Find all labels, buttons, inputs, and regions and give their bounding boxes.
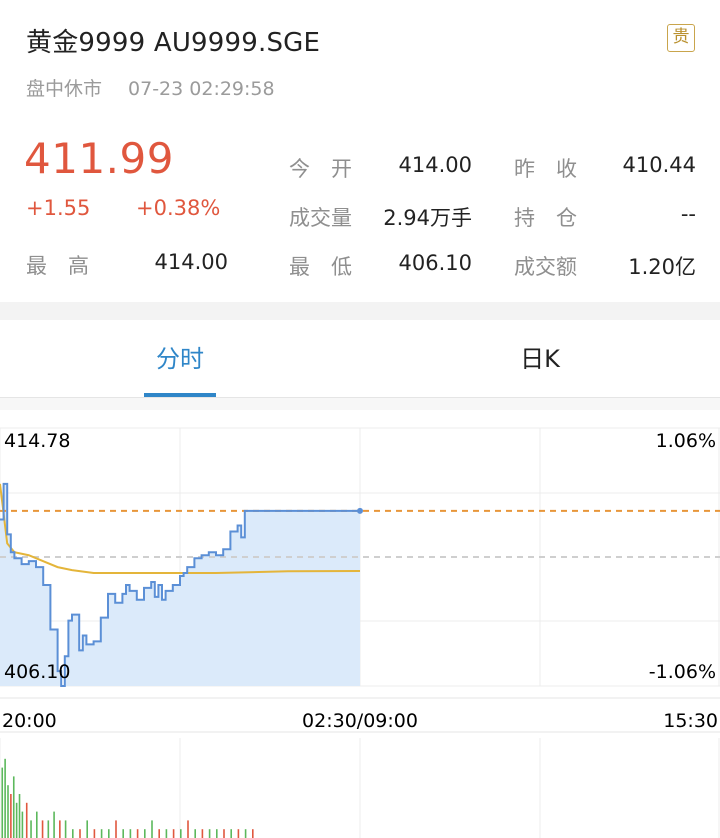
volume-bar [151, 820, 153, 838]
volume-value: 2.94万手 [383, 206, 472, 230]
low-label: 最 低 [289, 255, 352, 279]
low-value: 406.10 [398, 251, 472, 275]
high-value: 414.00 [154, 250, 228, 274]
volume-bar [136, 829, 139, 838]
tab-intraday[interactable]: 分时 [120, 320, 240, 398]
volume-bar [47, 820, 50, 838]
chart-tabs: 分时 日K [0, 320, 720, 398]
volume-bar [172, 829, 175, 838]
prev-close-label: 昨 收 [514, 157, 577, 181]
market-status-row: 盘中休市 07-23 02:29:58 [26, 74, 275, 101]
volume-bar [194, 829, 196, 838]
price-change: +1.55 [26, 196, 91, 220]
chart-top-gap [0, 398, 720, 410]
volume-bar [144, 829, 146, 838]
volume-bar [180, 829, 182, 838]
volume-bar [79, 829, 81, 838]
volume-bar [18, 794, 21, 838]
pct-min-label: -1.06% [649, 661, 716, 683]
volume-bar [1, 767, 4, 838]
quote-time: 07-23 02:29:58 [128, 78, 275, 100]
pct-max-label: 1.06% [656, 430, 716, 452]
volume-label: 成交量 [289, 206, 352, 230]
volume-bar [108, 829, 110, 838]
volume-bar [36, 811, 38, 838]
volume-bar [252, 829, 254, 838]
volume-bar [41, 820, 44, 838]
volume-bar [223, 829, 225, 838]
volume-bar [4, 758, 6, 838]
volume-bar [15, 802, 18, 838]
volume-bar [165, 829, 168, 838]
time-label-mid: 02:30/09:00 [302, 710, 418, 732]
volume-bar [10, 794, 12, 838]
last-price-dot [357, 507, 363, 514]
turnover-label: 成交额 [514, 255, 577, 279]
volume-bar [122, 829, 124, 838]
volume-bar [7, 785, 9, 838]
active-tab-indicator [144, 393, 216, 397]
intraday-chart[interactable]: 414.78 406.10 1.06% -1.06% 20:00 02:30/0… [0, 410, 720, 838]
y-max-label: 414.78 [4, 430, 70, 452]
volume-bar [129, 829, 132, 838]
open-label: 今 开 [289, 157, 352, 181]
volume-bar [64, 820, 67, 838]
open-value: 414.00 [398, 153, 472, 177]
volume-bar [216, 829, 218, 838]
volume-bar [30, 820, 32, 838]
last-price: 411.99 [24, 134, 174, 183]
volume-bar [201, 829, 204, 838]
time-label-end: 15:30 [663, 710, 718, 732]
volume-bar [237, 829, 240, 838]
volume-bar [53, 811, 55, 838]
volume-bar [208, 829, 211, 838]
volume-bar [100, 829, 103, 838]
y-min-label: 406.10 [4, 661, 70, 683]
volume-bar [25, 802, 28, 838]
volume-bar [244, 829, 247, 838]
tab-daily-k[interactable]: 日K [480, 320, 600, 398]
volume-bar [115, 820, 117, 838]
volume-bar [93, 829, 96, 838]
volume-bar [187, 820, 189, 838]
turnover-value: 1.20亿 [628, 255, 696, 279]
time-label-start: 20:00 [2, 710, 57, 732]
volume-bar [59, 820, 61, 838]
volume-bar [12, 776, 15, 838]
volume-bar [72, 829, 74, 838]
volume-bar [158, 829, 160, 838]
price-change-pct: +0.38% [136, 196, 221, 220]
volume-bar [21, 811, 24, 838]
volume-bars [1, 758, 254, 838]
position-label: 持 仓 [514, 206, 577, 230]
volume-bar [86, 820, 88, 838]
prev-close-value: 410.44 [622, 153, 696, 177]
volume-bar [230, 829, 232, 838]
market-status: 盘中休市 [26, 78, 103, 100]
high-label: 最 高 [26, 254, 89, 278]
instrument-title: 黄金9999 AU9999.SGE [26, 28, 321, 58]
section-divider [0, 302, 720, 320]
position-value: -- [680, 202, 696, 226]
category-badge: 贵 [667, 24, 695, 52]
